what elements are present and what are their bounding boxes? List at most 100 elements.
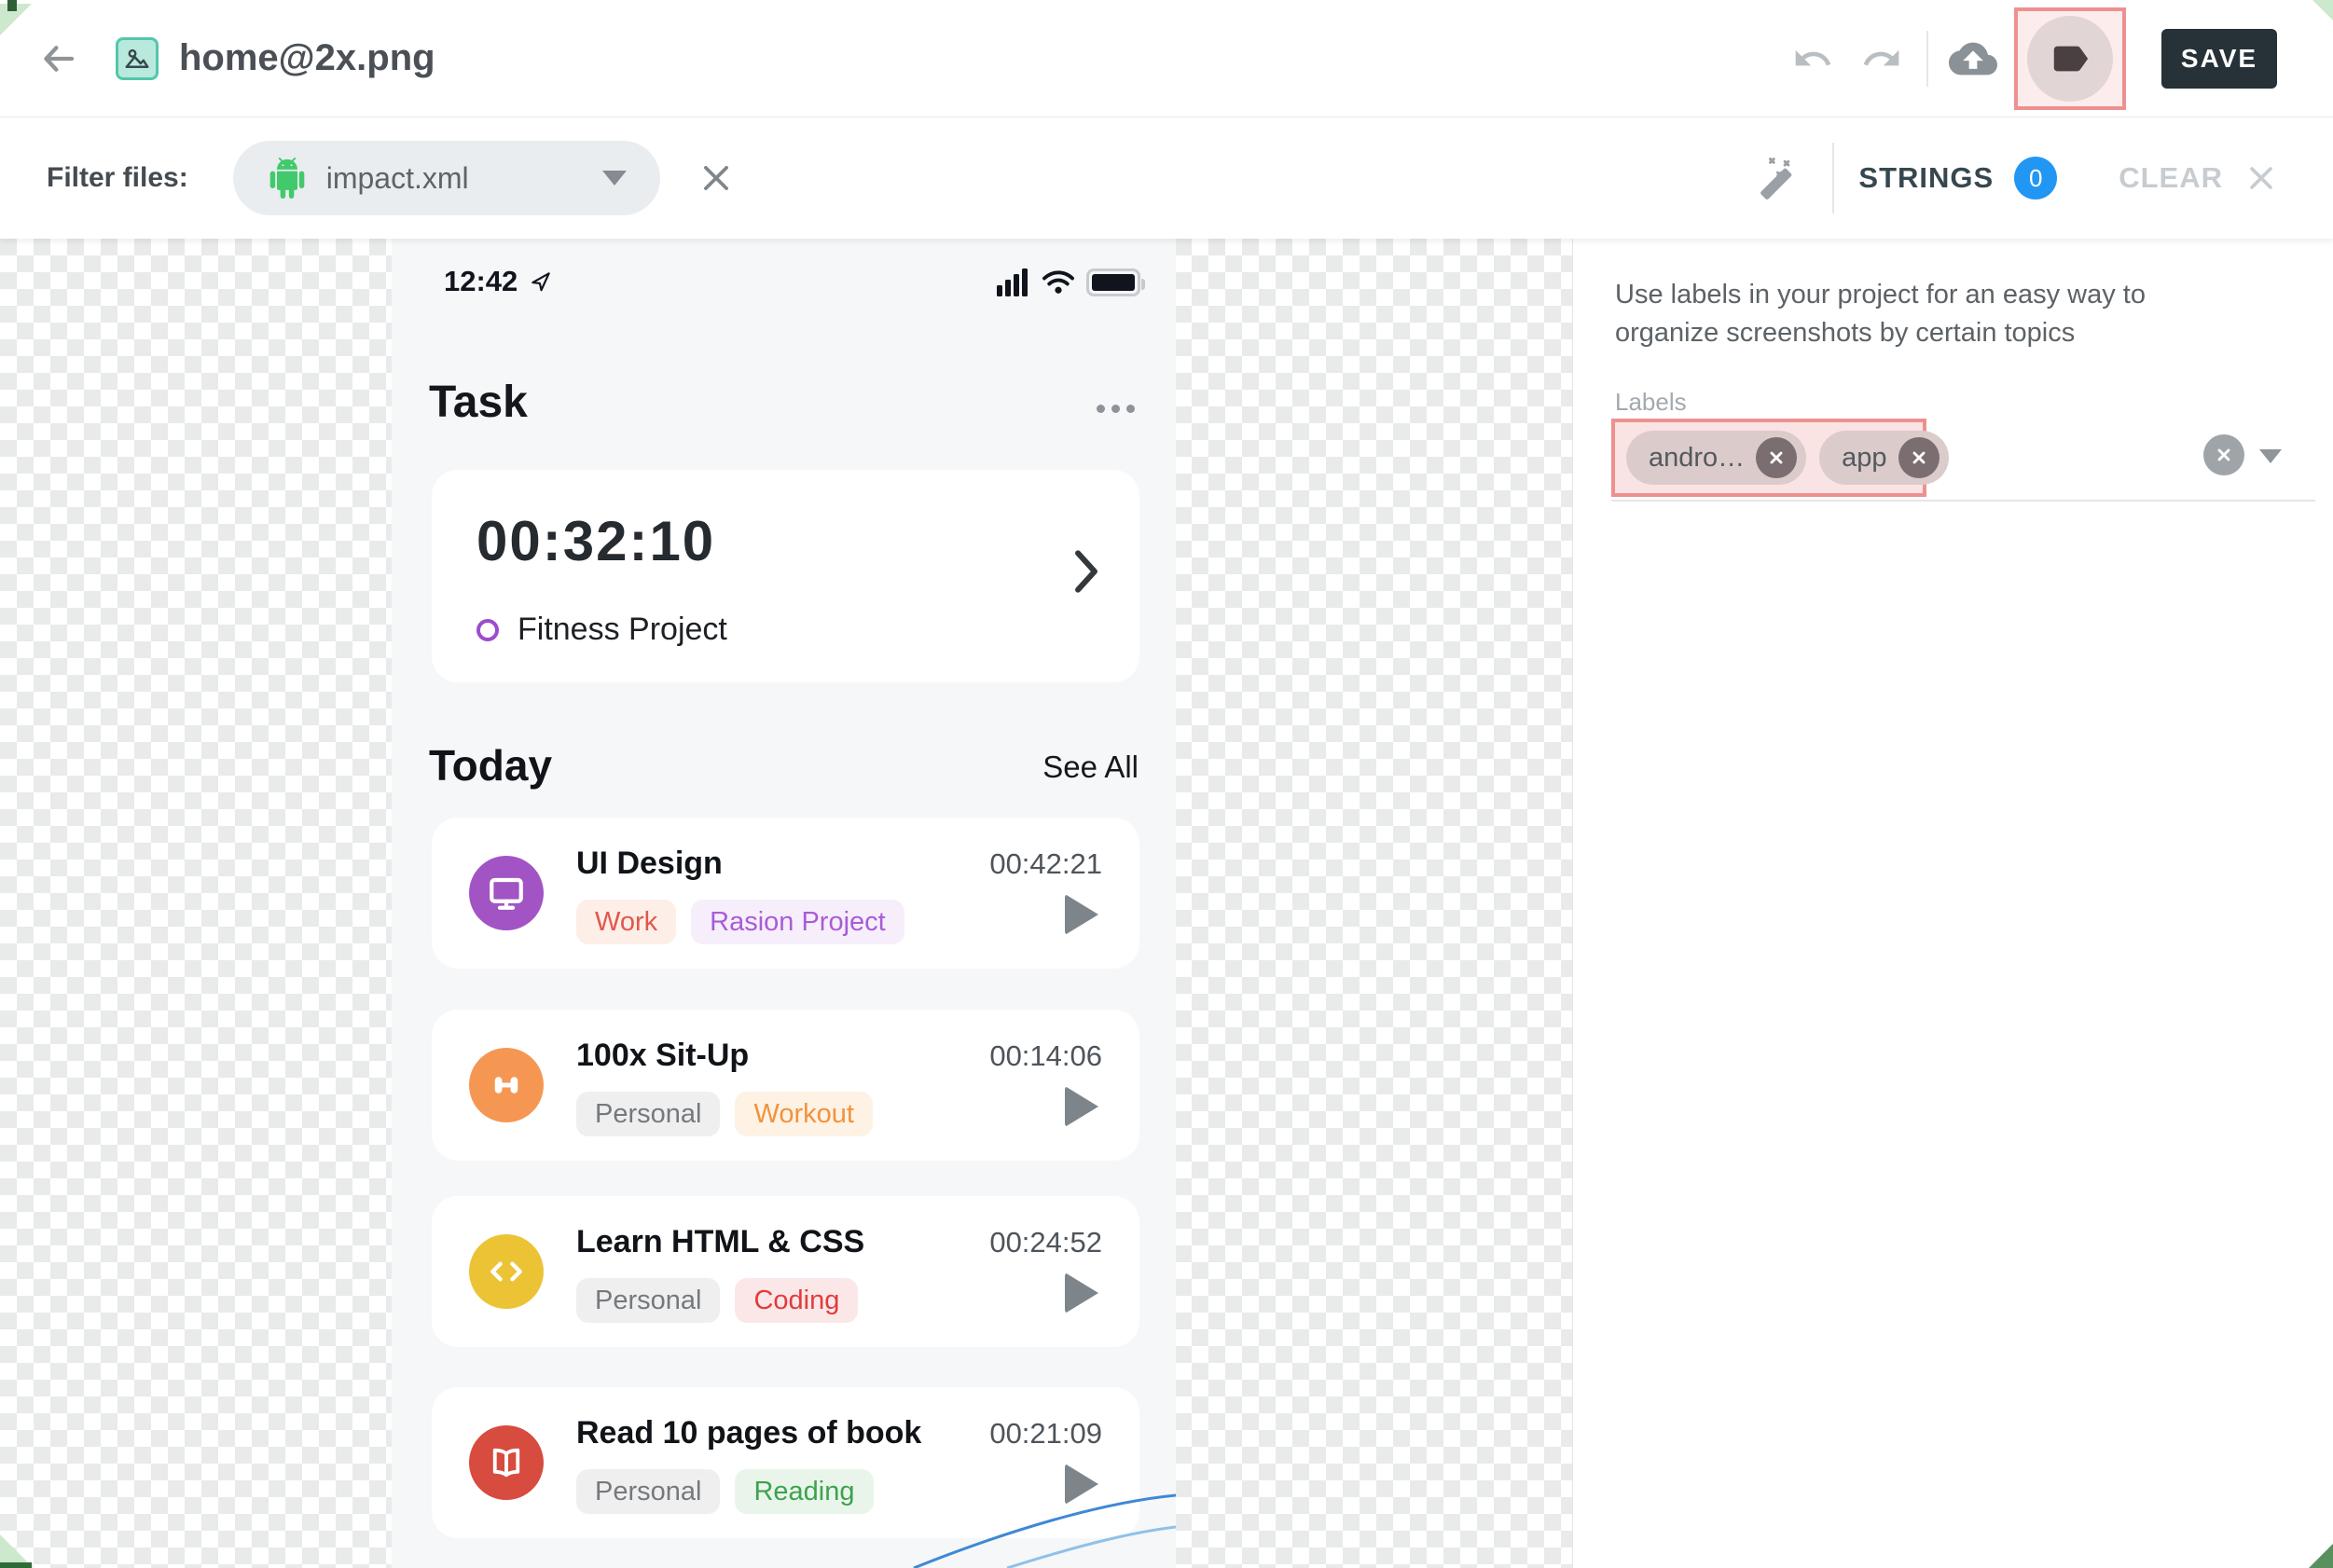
filterbar-divider [1832, 143, 1834, 213]
labels-tool-highlight [2014, 7, 2126, 110]
cloud-upload-icon [1949, 34, 1997, 83]
close-icon [698, 160, 734, 196]
back-button[interactable] [35, 36, 80, 81]
redo-button[interactable] [1856, 33, 1908, 85]
magic-wand-icon [1759, 155, 1805, 201]
labels-tool-button[interactable] [2027, 16, 2113, 102]
file-filter-dropdown[interactable]: impact.xml [233, 141, 660, 215]
corner-mark [2309, 1544, 2333, 1568]
task-avatar [469, 1234, 544, 1309]
wifi-icon [1042, 269, 1075, 296]
task-time: 00:24:52 [989, 1226, 1102, 1259]
label-chip[interactable]: andro… [1626, 431, 1806, 485]
remove-label-button[interactable] [1898, 437, 1940, 478]
editor-canvas[interactable]: 12:42 Task [0, 239, 2333, 1568]
save-button[interactable]: SAVE [2161, 29, 2277, 89]
label-chip-text: app [1842, 443, 1886, 474]
close-icon [1767, 448, 1786, 467]
editor-window: home@2x.png SAVE Fi [0, 0, 2333, 1568]
corner-mark [0, 1534, 28, 1562]
task-time: 00:21:09 [989, 1417, 1102, 1451]
selected-file-name: impact.xml [326, 161, 469, 196]
task-name: Learn HTML & CSS [576, 1224, 864, 1260]
page-title: home@2x.png [179, 37, 435, 79]
battery-icon [1086, 268, 1140, 296]
task-card[interactable]: 100x Sit-Up 00:14:06 Personal Workout [432, 1010, 1139, 1161]
timer-project-row: Fitness Project [476, 612, 727, 648]
strings-count-badge: 0 [2014, 157, 2057, 199]
undo-icon [1792, 38, 1833, 79]
see-all-link[interactable]: See All [1042, 750, 1139, 785]
task-screen-title: Task [429, 377, 528, 428]
tag-work: Work [576, 900, 676, 944]
labels-input-highlight[interactable]: andro… app [1611, 419, 1926, 497]
task-name: 100x Sit-Up [576, 1038, 749, 1074]
strings-label: STRINGS [1858, 161, 1994, 195]
tag-coding: Coding [735, 1278, 858, 1323]
redo-icon [1861, 38, 1902, 79]
clear-all-labels-button[interactable] [2203, 434, 2244, 475]
task-time: 00:14:06 [989, 1039, 1102, 1073]
timer-value: 00:32:10 [476, 509, 715, 573]
arrow-left-icon [39, 40, 76, 77]
corner-mark [2312, 0, 2333, 21]
remove-label-button[interactable] [1756, 437, 1797, 478]
status-bar-icons [997, 268, 1140, 296]
location-arrow-icon [529, 269, 553, 294]
clear-labels-button[interactable]: CLEAR [2119, 161, 2277, 195]
labels-input-underline [1611, 500, 2315, 502]
clear-file-filter-button[interactable] [690, 152, 742, 204]
wave-decoration [392, 1475, 1176, 1568]
filter-files-label: Filter files: [47, 162, 188, 194]
task-name: Read 10 pages of book [576, 1415, 921, 1451]
signal-bars-icon [997, 268, 1030, 296]
labels-description: Use labels in your project for an easy w… [1615, 276, 2249, 352]
screenshot-preview[interactable]: 12:42 Task [392, 239, 1176, 1568]
chevron-right-icon[interactable] [1070, 548, 1102, 599]
image-icon [123, 45, 151, 73]
task-card[interactable]: Learn HTML & CSS 00:24:52 Personal Codin… [432, 1196, 1139, 1347]
close-icon [2245, 162, 2277, 194]
status-bar-time: 12:42 [444, 265, 553, 298]
label-chip-text: andro… [1649, 443, 1745, 474]
task-avatar [469, 1048, 544, 1122]
filter-bar: Filter files: impact.xml STRINGS 0 C [0, 117, 2333, 239]
labels-field-caption: Labels [1615, 388, 1687, 417]
chevron-down-icon [602, 171, 627, 186]
today-heading: Today [429, 740, 552, 791]
tag-rasion-project: Rasion Project [691, 900, 904, 944]
play-button[interactable] [1065, 1272, 1098, 1314]
project-ring-icon [476, 619, 499, 641]
task-name: UI Design [576, 846, 723, 882]
label-chip[interactable]: app [1819, 431, 1948, 485]
toolbar-divider [1926, 31, 1928, 87]
play-button[interactable] [1065, 894, 1098, 935]
label-tag-icon [2049, 37, 2091, 80]
close-icon [1910, 448, 1928, 467]
monitor-icon [487, 873, 526, 913]
task-avatar [469, 856, 544, 930]
auto-translate-button[interactable] [1756, 152, 1808, 204]
task-time: 00:42:21 [989, 847, 1102, 881]
dumbbell-icon [487, 1066, 526, 1105]
clock-text: 12:42 [444, 265, 518, 298]
undo-button[interactable] [1787, 33, 1839, 85]
active-timer-card[interactable]: 00:32:10 Fitness Project [432, 470, 1139, 682]
code-icon [486, 1251, 527, 1292]
strings-tab[interactable]: STRINGS 0 [1858, 157, 2057, 199]
more-options-icon[interactable] [1097, 405, 1135, 413]
android-icon [267, 158, 308, 199]
task-tags: Personal Workout [576, 1092, 873, 1136]
play-button[interactable] [1065, 1086, 1098, 1127]
close-icon [2215, 446, 2233, 464]
image-file-icon [116, 37, 159, 80]
task-card[interactable]: UI Design 00:42:21 Work Rasion Project [432, 818, 1139, 969]
tag-workout: Workout [735, 1092, 872, 1136]
labels-panel: Use labels in your project for an easy w… [1572, 239, 2333, 1568]
tag-personal: Personal [576, 1278, 720, 1323]
task-tags: Work Rasion Project [576, 900, 904, 944]
upload-button[interactable] [1947, 33, 1999, 85]
task-tags: Personal Coding [576, 1278, 858, 1323]
labels-dropdown-caret[interactable] [2259, 449, 2282, 463]
corner-mark [7, 0, 17, 11]
